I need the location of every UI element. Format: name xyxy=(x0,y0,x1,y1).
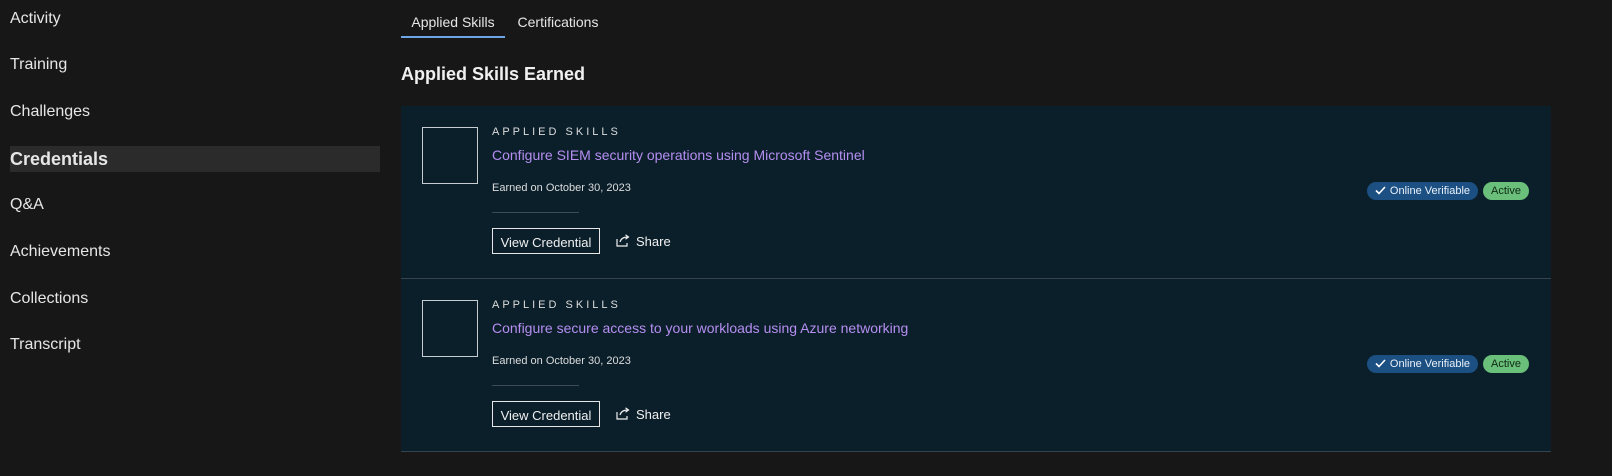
earned-date: Earned on October 30, 2023 xyxy=(492,355,631,367)
share-button[interactable]: Share xyxy=(616,232,671,252)
sidebar-item-credentials[interactable]: Credentials xyxy=(10,146,380,172)
credential-badges: Online Verifiable Active xyxy=(1366,355,1529,373)
credential-badge-image xyxy=(422,127,478,184)
view-credential-button[interactable]: View Credential xyxy=(492,228,600,254)
online-verifiable-badge: Online Verifiable xyxy=(1366,182,1479,200)
sidebar-item-transcript[interactable]: Transcript xyxy=(10,332,380,358)
online-verifiable-badge: Online Verifiable xyxy=(1366,355,1479,373)
status-badge: Active xyxy=(1483,355,1529,373)
status-badge: Active xyxy=(1483,182,1529,200)
credential-title-link[interactable]: Configure SIEM security operations using… xyxy=(492,147,865,163)
sidebar-item-training[interactable]: Training xyxy=(10,52,380,78)
view-credential-button[interactable]: View Credential xyxy=(492,401,600,427)
credential-type-label: APPLIED SKILLS xyxy=(492,126,621,138)
share-icon xyxy=(616,407,630,420)
share-label: Share xyxy=(636,407,671,422)
checkmark-icon xyxy=(1375,359,1386,368)
card-divider xyxy=(492,212,579,213)
share-label: Share xyxy=(636,234,671,249)
card-divider xyxy=(492,385,579,386)
sidebar-item-achievements[interactable]: Achievements xyxy=(10,239,380,265)
sidebar-item-qa[interactable]: Q&A xyxy=(10,192,380,218)
earned-date: Earned on October 30, 2023 xyxy=(492,182,631,194)
share-button[interactable]: Share xyxy=(616,405,671,425)
online-verifiable-label: Online Verifiable xyxy=(1389,358,1471,370)
sidebar-item-challenges[interactable]: Challenges xyxy=(10,99,380,125)
credential-card: APPLIED SKILLS Configure SIEM security o… xyxy=(401,106,1551,279)
credential-title-link[interactable]: Configure secure access to your workload… xyxy=(492,320,908,336)
credential-card: APPLIED SKILLS Configure secure access t… xyxy=(401,279,1551,452)
credential-badge-image xyxy=(422,300,478,357)
section-title: Applied Skills Earned xyxy=(401,64,586,84)
page: Activity Training Challenges Credentials… xyxy=(0,0,1612,476)
sidebar-item-collections[interactable]: Collections xyxy=(10,286,380,312)
share-icon xyxy=(616,234,630,247)
sidebar-item-activity[interactable]: Activity xyxy=(10,6,380,32)
tab-applied-skills[interactable]: Applied Skills xyxy=(401,8,505,38)
checkmark-icon xyxy=(1375,186,1386,195)
credential-type-label: APPLIED SKILLS xyxy=(492,299,621,311)
credential-badges: Online Verifiable Active xyxy=(1366,182,1529,200)
tab-certifications[interactable]: Certifications xyxy=(511,8,605,36)
online-verifiable-label: Online Verifiable xyxy=(1389,185,1471,197)
